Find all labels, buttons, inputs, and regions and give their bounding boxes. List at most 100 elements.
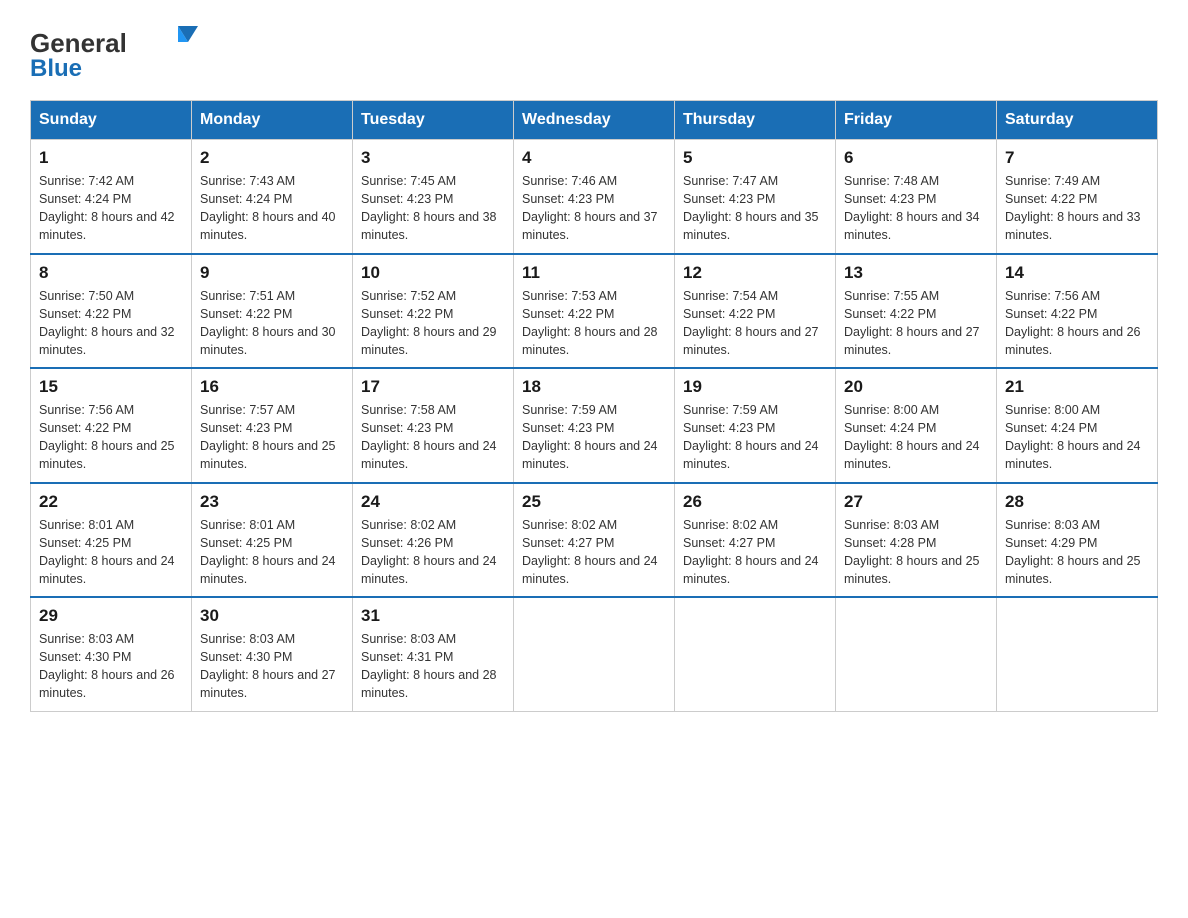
calendar-cell: 31 Sunrise: 8:03 AMSunset: 4:31 PMDaylig…: [353, 597, 514, 711]
day-number: 23: [200, 492, 344, 512]
day-info: Sunrise: 7:51 AMSunset: 4:22 PMDaylight:…: [200, 287, 344, 360]
calendar-week-row: 29 Sunrise: 8:03 AMSunset: 4:30 PMDaylig…: [31, 597, 1158, 711]
day-info: Sunrise: 8:02 AMSunset: 4:27 PMDaylight:…: [683, 516, 827, 589]
calendar-cell: 22 Sunrise: 8:01 AMSunset: 4:25 PMDaylig…: [31, 483, 192, 598]
day-info: Sunrise: 7:42 AMSunset: 4:24 PMDaylight:…: [39, 172, 183, 245]
calendar-cell: 6 Sunrise: 7:48 AMSunset: 4:23 PMDayligh…: [836, 140, 997, 254]
day-info: Sunrise: 7:57 AMSunset: 4:23 PMDaylight:…: [200, 401, 344, 474]
calendar-cell: 8 Sunrise: 7:50 AMSunset: 4:22 PMDayligh…: [31, 254, 192, 369]
day-number: 4: [522, 148, 666, 168]
calendar-cell: [675, 597, 836, 711]
day-number: 9: [200, 263, 344, 283]
calendar-week-row: 15 Sunrise: 7:56 AMSunset: 4:22 PMDaylig…: [31, 368, 1158, 483]
day-number: 3: [361, 148, 505, 168]
calendar-cell: 30 Sunrise: 8:03 AMSunset: 4:30 PMDaylig…: [192, 597, 353, 711]
calendar-cell: 10 Sunrise: 7:52 AMSunset: 4:22 PMDaylig…: [353, 254, 514, 369]
calendar-cell: 13 Sunrise: 7:55 AMSunset: 4:22 PMDaylig…: [836, 254, 997, 369]
day-number: 12: [683, 263, 827, 283]
day-number: 19: [683, 377, 827, 397]
calendar-cell: 19 Sunrise: 7:59 AMSunset: 4:23 PMDaylig…: [675, 368, 836, 483]
calendar-cell: 11 Sunrise: 7:53 AMSunset: 4:22 PMDaylig…: [514, 254, 675, 369]
calendar-cell: 21 Sunrise: 8:00 AMSunset: 4:24 PMDaylig…: [997, 368, 1158, 483]
svg-text:Blue: Blue: [30, 55, 82, 80]
day-info: Sunrise: 7:59 AMSunset: 4:23 PMDaylight:…: [522, 401, 666, 474]
calendar-cell: 17 Sunrise: 7:58 AMSunset: 4:23 PMDaylig…: [353, 368, 514, 483]
col-header-tuesday: Tuesday: [353, 101, 514, 140]
page-header: General Blue: [30, 20, 1158, 80]
col-header-sunday: Sunday: [31, 101, 192, 140]
calendar-week-row: 22 Sunrise: 8:01 AMSunset: 4:25 PMDaylig…: [31, 483, 1158, 598]
day-number: 29: [39, 606, 183, 626]
day-number: 31: [361, 606, 505, 626]
day-info: Sunrise: 8:02 AMSunset: 4:26 PMDaylight:…: [361, 516, 505, 589]
calendar-cell: 28 Sunrise: 8:03 AMSunset: 4:29 PMDaylig…: [997, 483, 1158, 598]
day-number: 27: [844, 492, 988, 512]
calendar-cell: 16 Sunrise: 7:57 AMSunset: 4:23 PMDaylig…: [192, 368, 353, 483]
day-number: 8: [39, 263, 183, 283]
col-header-friday: Friday: [836, 101, 997, 140]
day-number: 10: [361, 263, 505, 283]
day-info: Sunrise: 8:01 AMSunset: 4:25 PMDaylight:…: [200, 516, 344, 589]
day-info: Sunrise: 8:03 AMSunset: 4:31 PMDaylight:…: [361, 630, 505, 703]
calendar-cell: 4 Sunrise: 7:46 AMSunset: 4:23 PMDayligh…: [514, 140, 675, 254]
day-info: Sunrise: 8:03 AMSunset: 4:30 PMDaylight:…: [200, 630, 344, 703]
col-header-wednesday: Wednesday: [514, 101, 675, 140]
day-info: Sunrise: 8:03 AMSunset: 4:28 PMDaylight:…: [844, 516, 988, 589]
day-info: Sunrise: 7:56 AMSunset: 4:22 PMDaylight:…: [1005, 287, 1149, 360]
col-header-thursday: Thursday: [675, 101, 836, 140]
calendar-cell: 18 Sunrise: 7:59 AMSunset: 4:23 PMDaylig…: [514, 368, 675, 483]
day-info: Sunrise: 8:01 AMSunset: 4:25 PMDaylight:…: [39, 516, 183, 589]
day-number: 20: [844, 377, 988, 397]
calendar-cell: 23 Sunrise: 8:01 AMSunset: 4:25 PMDaylig…: [192, 483, 353, 598]
calendar-cell: [514, 597, 675, 711]
day-number: 30: [200, 606, 344, 626]
calendar-cell: 20 Sunrise: 8:00 AMSunset: 4:24 PMDaylig…: [836, 368, 997, 483]
day-info: Sunrise: 7:48 AMSunset: 4:23 PMDaylight:…: [844, 172, 988, 245]
calendar-cell: 15 Sunrise: 7:56 AMSunset: 4:22 PMDaylig…: [31, 368, 192, 483]
calendar-cell: 26 Sunrise: 8:02 AMSunset: 4:27 PMDaylig…: [675, 483, 836, 598]
svg-text:General: General: [30, 28, 127, 58]
calendar-table: SundayMondayTuesdayWednesdayThursdayFrid…: [30, 100, 1158, 712]
day-info: Sunrise: 7:46 AMSunset: 4:23 PMDaylight:…: [522, 172, 666, 245]
day-info: Sunrise: 8:00 AMSunset: 4:24 PMDaylight:…: [844, 401, 988, 474]
calendar-cell: 9 Sunrise: 7:51 AMSunset: 4:22 PMDayligh…: [192, 254, 353, 369]
day-info: Sunrise: 7:43 AMSunset: 4:24 PMDaylight:…: [200, 172, 344, 245]
calendar-week-row: 8 Sunrise: 7:50 AMSunset: 4:22 PMDayligh…: [31, 254, 1158, 369]
calendar-cell: 25 Sunrise: 8:02 AMSunset: 4:27 PMDaylig…: [514, 483, 675, 598]
day-number: 2: [200, 148, 344, 168]
calendar-cell: [997, 597, 1158, 711]
day-number: 1: [39, 148, 183, 168]
day-number: 15: [39, 377, 183, 397]
day-number: 14: [1005, 263, 1149, 283]
calendar-header-row: SundayMondayTuesdayWednesdayThursdayFrid…: [31, 101, 1158, 140]
calendar-cell: 14 Sunrise: 7:56 AMSunset: 4:22 PMDaylig…: [997, 254, 1158, 369]
day-info: Sunrise: 7:49 AMSunset: 4:22 PMDaylight:…: [1005, 172, 1149, 245]
day-number: 7: [1005, 148, 1149, 168]
col-header-saturday: Saturday: [997, 101, 1158, 140]
day-number: 16: [200, 377, 344, 397]
day-info: Sunrise: 7:59 AMSunset: 4:23 PMDaylight:…: [683, 401, 827, 474]
day-info: Sunrise: 7:50 AMSunset: 4:22 PMDaylight:…: [39, 287, 183, 360]
calendar-cell: 2 Sunrise: 7:43 AMSunset: 4:24 PMDayligh…: [192, 140, 353, 254]
calendar-week-row: 1 Sunrise: 7:42 AMSunset: 4:24 PMDayligh…: [31, 140, 1158, 254]
day-number: 28: [1005, 492, 1149, 512]
calendar-cell: 12 Sunrise: 7:54 AMSunset: 4:22 PMDaylig…: [675, 254, 836, 369]
day-info: Sunrise: 7:55 AMSunset: 4:22 PMDaylight:…: [844, 287, 988, 360]
day-info: Sunrise: 7:45 AMSunset: 4:23 PMDaylight:…: [361, 172, 505, 245]
day-info: Sunrise: 8:02 AMSunset: 4:27 PMDaylight:…: [522, 516, 666, 589]
day-number: 17: [361, 377, 505, 397]
day-number: 22: [39, 492, 183, 512]
day-info: Sunrise: 7:54 AMSunset: 4:22 PMDaylight:…: [683, 287, 827, 360]
day-info: Sunrise: 7:58 AMSunset: 4:23 PMDaylight:…: [361, 401, 505, 474]
calendar-cell: 3 Sunrise: 7:45 AMSunset: 4:23 PMDayligh…: [353, 140, 514, 254]
day-number: 25: [522, 492, 666, 512]
day-number: 11: [522, 263, 666, 283]
calendar-cell: 7 Sunrise: 7:49 AMSunset: 4:22 PMDayligh…: [997, 140, 1158, 254]
day-info: Sunrise: 8:03 AMSunset: 4:30 PMDaylight:…: [39, 630, 183, 703]
logo: General Blue: [30, 20, 210, 80]
calendar-cell: 29 Sunrise: 8:03 AMSunset: 4:30 PMDaylig…: [31, 597, 192, 711]
calendar-cell: 24 Sunrise: 8:02 AMSunset: 4:26 PMDaylig…: [353, 483, 514, 598]
col-header-monday: Monday: [192, 101, 353, 140]
calendar-cell: [836, 597, 997, 711]
logo-svg: General Blue: [30, 20, 210, 80]
